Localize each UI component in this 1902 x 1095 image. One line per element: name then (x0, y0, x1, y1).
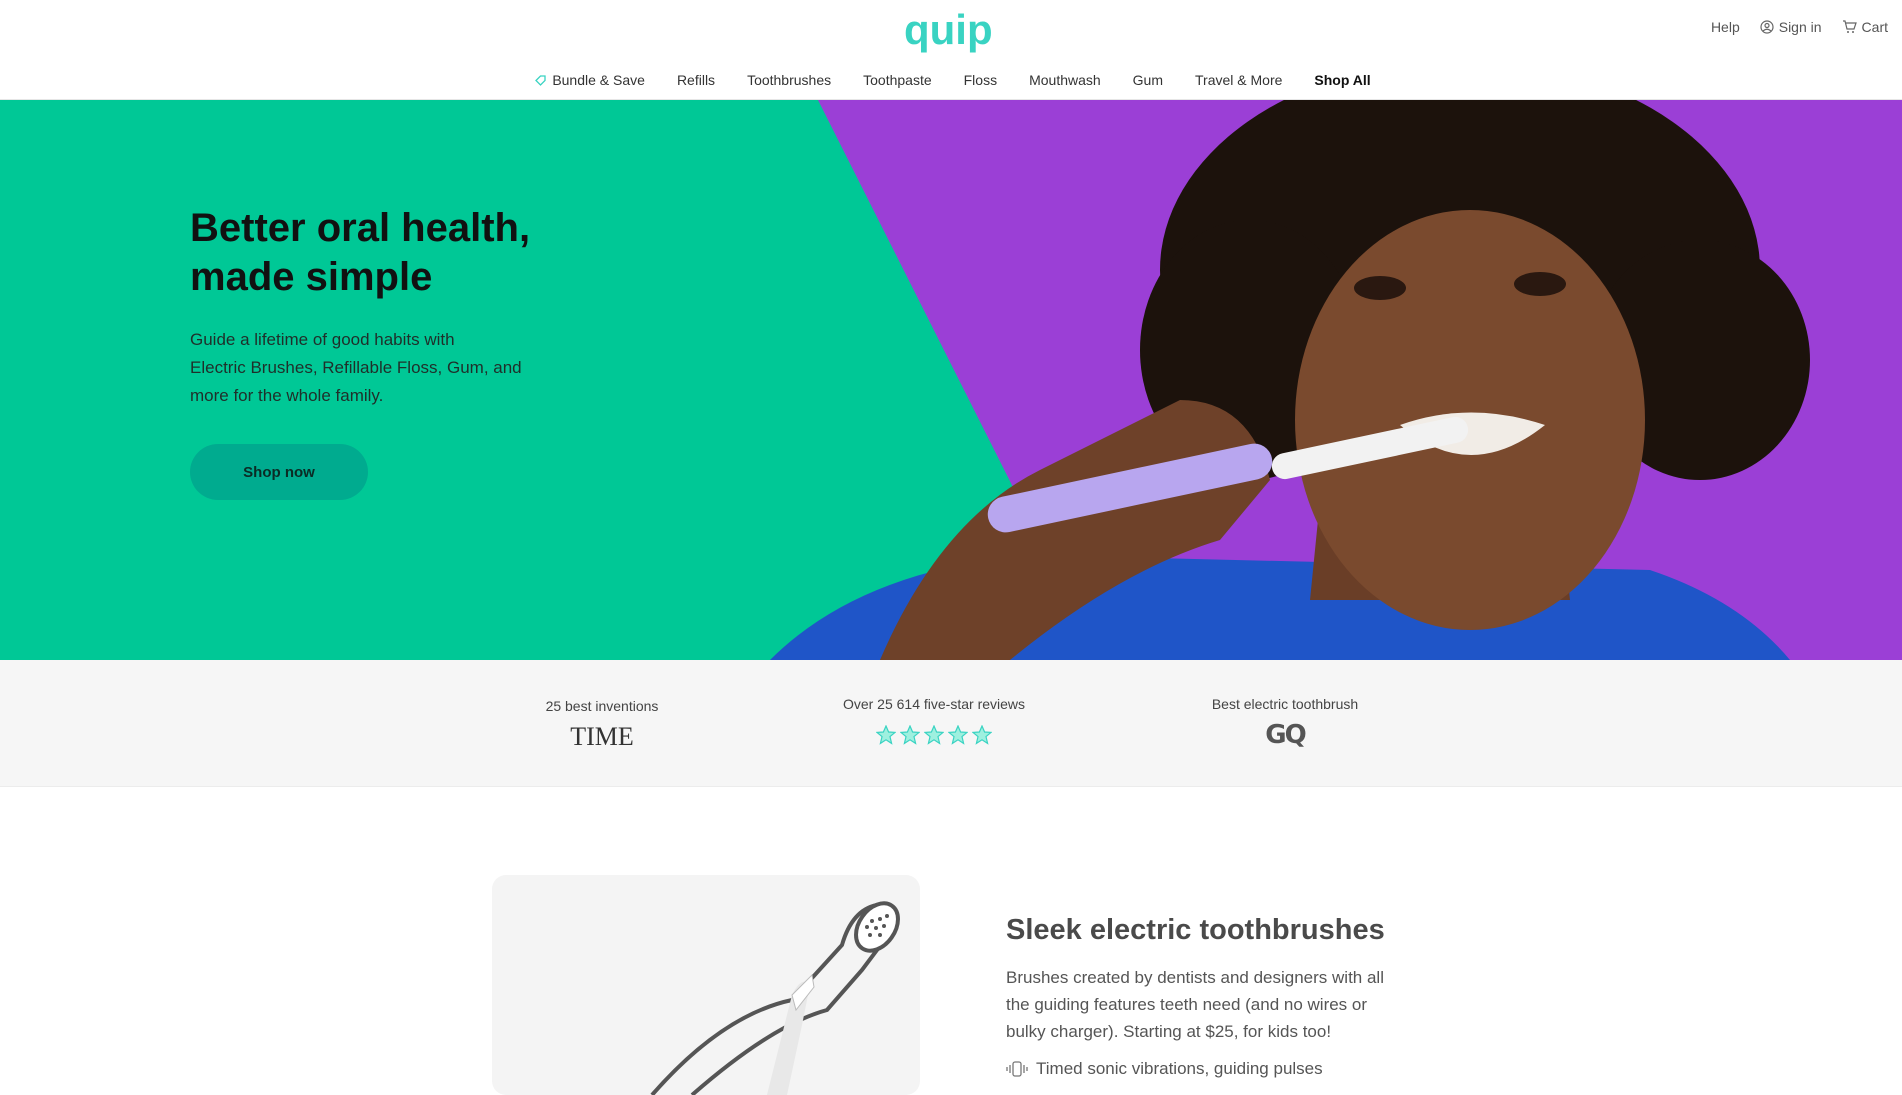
nav-item-refills[interactable]: Refills (673, 72, 715, 88)
nav-label: Shop All (1314, 72, 1371, 88)
star-icon (972, 725, 992, 745)
nav-label: Toothbrushes (747, 72, 832, 88)
nav-label: Gum (1132, 72, 1164, 88)
utility-nav: Help Sign in Cart (1711, 19, 1888, 35)
press-caption: Over 25 614 five-star reviews (842, 696, 1026, 712)
press-item-time: 25 best inventions TIME (520, 698, 684, 751)
nav-item-toothbrushes[interactable]: Toothbrushes (743, 72, 831, 88)
feature-body: Brushes created by dentists and designer… (1006, 964, 1436, 1045)
nav-item-floss[interactable]: Floss (960, 72, 997, 88)
gq-logo: GQ (1265, 720, 1306, 750)
nav-item-toothpaste[interactable]: Toothpaste (859, 72, 932, 88)
vibration-icon (1006, 1061, 1028, 1077)
hero-title-line: Better oral health, (190, 206, 531, 250)
feature-body-line: the guiding features teeth need (and no … (1006, 995, 1368, 1014)
svg-text:quip: quip (904, 10, 993, 53)
feature-point: Timed sonic vibrations, guiding pulses (1006, 1059, 1436, 1079)
user-icon (1760, 20, 1774, 34)
feature-point-label: Timed sonic vibrations, guiding pulses (1036, 1059, 1323, 1078)
rating-stars (876, 725, 992, 745)
nav-item-bundle-save[interactable]: Bundle & Save (531, 72, 645, 88)
hero-banner: Better oral health, made simple Guide a … (0, 100, 1902, 660)
hero-subtitle: Guide a lifetime of good habits with Ele… (190, 326, 590, 410)
help-link[interactable]: Help (1711, 19, 1740, 35)
hero-title-line: made simple (190, 255, 433, 299)
feature-body-line: Brushes created by dentists and designer… (1006, 968, 1384, 987)
toothbrush-feature-image (492, 875, 920, 1095)
nav-item-mouthwash[interactable]: Mouthwash (1025, 72, 1101, 88)
quip-logo[interactable]: quip (904, 10, 1000, 58)
help-label: Help (1710, 19, 1740, 35)
nav-item-shop-all[interactable]: Shop All (1310, 72, 1370, 88)
nav-label: Travel & More (1195, 72, 1283, 88)
nav-item-travel-more[interactable]: Travel & More (1191, 72, 1282, 88)
feature-copy: Sleek electric toothbrushes Brushes crea… (1006, 912, 1436, 1079)
press-caption: 25 best inventions (545, 698, 659, 714)
nav-label: Floss (963, 72, 998, 88)
nav-label: Toothpaste (863, 72, 932, 88)
time-logo: TIME (570, 722, 634, 751)
star-icon (924, 725, 944, 745)
star-icon (900, 725, 920, 745)
sign-in-link[interactable]: Sign in (1760, 19, 1822, 35)
press-item-gq: Best electric toothbrush GQ (1190, 696, 1380, 750)
hero-copy: Better oral health, made simple Guide a … (190, 204, 590, 500)
toothbrush-illustration (650, 901, 900, 1095)
cart-label: Cart (1861, 19, 1888, 35)
press-caption: Best electric toothbrush (1211, 696, 1359, 712)
tag-icon (535, 74, 546, 86)
feature-title: Sleek electric toothbrushes (1006, 914, 1385, 946)
hero-subtitle-line: Guide a lifetime of good habits with (190, 330, 455, 349)
cart-link[interactable]: Cart (1842, 19, 1888, 35)
sign-in-label: Sign in (1778, 19, 1822, 35)
main-nav: Bundle & Save Refills Toothbrushes Tooth… (0, 72, 1902, 88)
nav-label: Bundle & Save (552, 72, 645, 88)
site-header: quip Help Sign in Cart Bundle & Save Ref… (0, 0, 1902, 100)
shop-now-button[interactable]: Shop now (190, 444, 368, 500)
nav-item-gum[interactable]: Gum (1129, 72, 1163, 88)
hero-subtitle-line: Electric Brushes, Refillable Floss, Gum,… (190, 358, 522, 377)
press-item-reviews: Over 25 614 five-star reviews (820, 696, 1048, 748)
star-icon (876, 725, 896, 745)
star-icon (948, 725, 968, 745)
press-bar: 25 best inventions TIME Over 25 614 five… (0, 660, 1902, 787)
cart-icon (1842, 20, 1857, 33)
feature-body-line: bulky charger). Starting at $25, for kid… (1006, 1022, 1332, 1041)
nav-label: Refills (676, 72, 716, 88)
nav-label: Mouthwash (1029, 72, 1101, 88)
hero-subtitle-line: more for the whole family. (190, 386, 384, 405)
hero-title: Better oral health, made simple (190, 204, 590, 302)
